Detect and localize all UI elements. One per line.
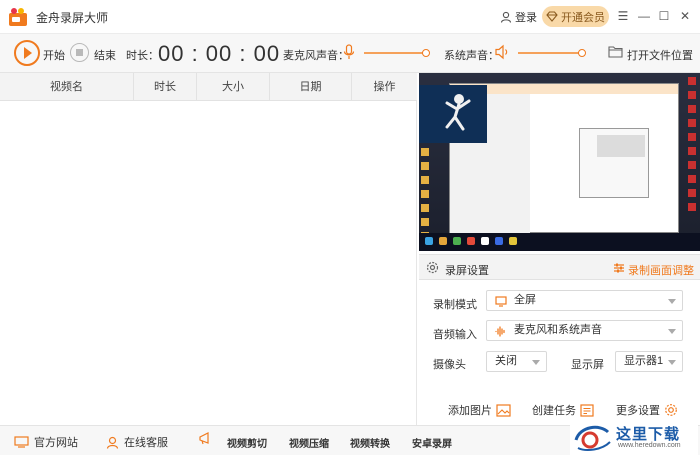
user-icon: [500, 11, 512, 23]
create-task-button[interactable]: 创建任务: [532, 402, 594, 418]
add-image-button[interactable]: 添加图片: [448, 402, 511, 418]
megaphone-icon: [199, 432, 209, 445]
login-button[interactable]: 登录: [500, 9, 537, 25]
maximize-icon[interactable]: ☐: [657, 9, 671, 23]
chevron-down-icon: [668, 360, 676, 365]
record-settings-title: 录屏设置: [445, 265, 489, 277]
camera-value: 关闭: [495, 355, 517, 367]
chevron-down-icon: [668, 329, 676, 334]
official-website-link[interactable]: 官方网站: [14, 434, 78, 450]
play-icon: [24, 47, 32, 59]
official-website-label: 官方网站: [34, 437, 78, 449]
sliders-icon[interactable]: [613, 262, 625, 274]
preview-nested-content: [597, 135, 645, 157]
video-convert-link[interactable]: 视频转换: [350, 435, 390, 450]
monitor-icon: [495, 296, 507, 307]
task-icon: [580, 403, 594, 417]
audio-input-select[interactable]: 麦克风和系统声音: [486, 320, 683, 341]
menu-icon[interactable]: ☰: [616, 9, 630, 23]
start-label[interactable]: 开始: [43, 47, 65, 63]
app-title: 金舟录屏大师: [36, 11, 109, 25]
close-icon[interactable]: ✕: [678, 9, 692, 23]
record-mode-value: 全屏: [514, 294, 536, 306]
image-icon: [496, 403, 511, 417]
mic-volume-label: 麦克风声音：: [283, 50, 349, 62]
create-task-label: 创建任务: [532, 405, 576, 417]
preview-taskbar: [419, 233, 700, 251]
screen-preview: [419, 73, 700, 251]
column-date[interactable]: 日期: [270, 73, 352, 101]
online-support-link[interactable]: 在线客服: [106, 434, 168, 450]
audio-input-value: 麦克风和系统声音: [514, 324, 602, 336]
minimize-icon[interactable]: —: [637, 9, 651, 23]
mic-volume-handle[interactable]: [422, 49, 430, 57]
mic-volume-slider[interactable]: [364, 49, 430, 57]
diamond-icon: [546, 11, 558, 22]
add-image-label: 添加图片: [448, 405, 492, 417]
stop-label[interactable]: 结束: [94, 47, 116, 63]
system-volume-slider[interactable]: [518, 49, 586, 57]
display-value: 显示器1: [624, 355, 664, 367]
android-record-link[interactable]: 安卓录屏: [412, 435, 452, 450]
vip-label: 开通会员: [561, 11, 605, 24]
video-cut-link[interactable]: 视频剪切: [227, 435, 267, 450]
system-volume-handle[interactable]: [578, 49, 586, 57]
watermark-url: www.heredown.com: [618, 442, 681, 449]
display-label: 显示屏: [571, 359, 604, 371]
column-duration[interactable]: 时长: [134, 73, 197, 101]
site-watermark: 这里下载 www.heredown.com: [570, 419, 698, 455]
title-bar: 金舟录屏大师 登录 开通会员 ☰ — ☐ ✕: [0, 0, 700, 33]
support-icon: [106, 436, 119, 449]
recording-toolbar: 开始 结束 时长： 00 : 00 : 00 麦克风声音： 系统声音： 打开文件…: [0, 33, 700, 73]
record-mode-select[interactable]: 全屏: [486, 290, 683, 311]
column-video-name[interactable]: 视频名: [0, 73, 134, 101]
settings-gear-icon: [665, 404, 677, 416]
website-icon: [14, 436, 29, 448]
app-logo-icon: [9, 8, 27, 26]
more-settings-label: 更多设置: [616, 405, 660, 417]
stop-icon: [76, 49, 83, 56]
speaker-icon[interactable]: [495, 44, 510, 60]
watermark-logo: [574, 425, 611, 451]
online-support-label: 在线客服: [124, 437, 168, 449]
chevron-down-icon: [668, 299, 676, 304]
video-table-header: 视频名 时长 大小 日期 操作: [0, 73, 417, 101]
video-list[interactable]: [0, 101, 417, 425]
open-folder-button[interactable]: 打开文件位置: [627, 47, 693, 63]
folder-icon: [608, 46, 623, 58]
record-timer: 00 : 00 : 00: [158, 41, 281, 66]
camera-label: 摄像头: [433, 359, 466, 371]
record-mode-label: 录制模式: [433, 299, 477, 311]
adjust-recording-area-button[interactable]: 录制画面调整: [628, 262, 694, 278]
record-settings-header: 录屏设置 录制画面调整: [419, 254, 700, 280]
chevron-down-icon: [532, 360, 540, 365]
audio-wave-icon: [495, 326, 505, 337]
vip-button[interactable]: 开通会员: [542, 6, 609, 27]
stop-record-button[interactable]: [70, 43, 89, 62]
preview-wallpaper-image: [419, 85, 487, 143]
video-compress-link[interactable]: 视频压缩: [289, 435, 329, 450]
login-label: 登录: [515, 12, 537, 24]
more-settings-button[interactable]: 更多设置: [616, 402, 678, 418]
start-record-button[interactable]: [14, 40, 40, 66]
column-actions[interactable]: 操作: [352, 73, 417, 101]
microphone-icon[interactable]: [343, 44, 355, 60]
watermark-text: 这里下载: [616, 425, 681, 443]
preview-desktop-icons-right: [688, 77, 698, 227]
system-volume-label: 系统声音：: [444, 50, 499, 62]
audio-input-label: 音频输入: [433, 329, 477, 341]
camera-select[interactable]: 关闭: [486, 351, 547, 372]
gear-icon: [426, 261, 439, 274]
duration-label: 时长：: [126, 50, 159, 62]
display-select[interactable]: 显示器1: [615, 351, 683, 372]
column-size[interactable]: 大小: [197, 73, 270, 101]
